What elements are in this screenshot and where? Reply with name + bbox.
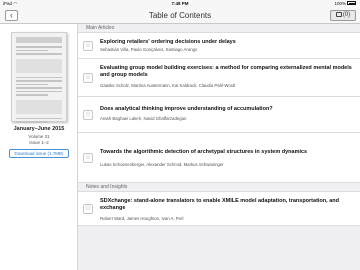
star-icon[interactable]: ☆ [83,204,93,214]
star-icon[interactable]: ☆ [83,41,93,51]
article-authors: Robert Ward, James Houghton, Ivan A. Per… [100,216,184,221]
article-title: Towards the algorithmic detection of arc… [100,149,308,155]
shopping-bag-icon [335,11,342,17]
star-icon[interactable]: ☆ [83,110,93,120]
status-bar: iPad ◠ 7:48 PM 100% [0,0,360,7]
article-row[interactable]: ☆ Does analytical thinking improve under… [78,97,360,133]
page-title: Table of Contents [148,11,212,20]
status-time: 7:48 PM [171,1,189,6]
battery-status: 100% [334,0,356,7]
article-authors: Lukas Schoenenberger, Alexander Schmid, … [100,162,224,167]
issue-volume: Volume 31 [28,134,50,139]
article-title: SDXchange: stand-alone translators to en… [100,198,339,211]
navigation-bar: ‹ Table of Contents (0) [0,7,360,24]
download-issue-button[interactable]: Download issue (1.7MB) [9,149,69,158]
section-header: Main Articles [78,24,360,33]
issue-sidebar: January–June 2015 Volume 31 Issue 1–2 Do… [0,24,78,270]
table-of-contents-list[interactable]: Main Articles ☆ Exploring retailers' ord… [78,24,360,270]
article-row[interactable]: ☆ SDXchange: stand-alone translators to … [78,192,360,226]
article-title: Exploring retailers' ordering decisions … [100,39,236,45]
issue-cover-image[interactable] [11,32,67,123]
battery-icon [347,1,356,6]
issue-number: Issue 1–2 [29,140,49,145]
article-title: Does analytical thinking improve underst… [100,106,273,112]
issue-date: January–June 2015 [13,126,65,132]
star-icon[interactable]: ☆ [83,153,93,163]
article-row[interactable]: ☆ Towards the algorithmic detection of a… [78,133,360,183]
section-header: Notes and Insights [78,183,360,192]
article-authors: Gaaske Scholz, Martina Austermann, Kai K… [100,83,236,88]
article-row[interactable]: ☆ Exploring retailers' ordering decision… [78,33,360,59]
article-authors: Sebastián Villa, Paulo Gonçalves, Santia… [100,47,198,52]
article-row[interactable]: ☆ Evaluating group model building exerci… [78,59,360,97]
star-icon[interactable]: ☆ [83,73,93,83]
cart-button[interactable]: (0) [330,10,356,21]
article-authors: Arash Baghaei Lakeh, Navid Ghaffarzadega… [100,116,187,121]
article-title: Evaluating group model building exercise… [100,65,352,78]
